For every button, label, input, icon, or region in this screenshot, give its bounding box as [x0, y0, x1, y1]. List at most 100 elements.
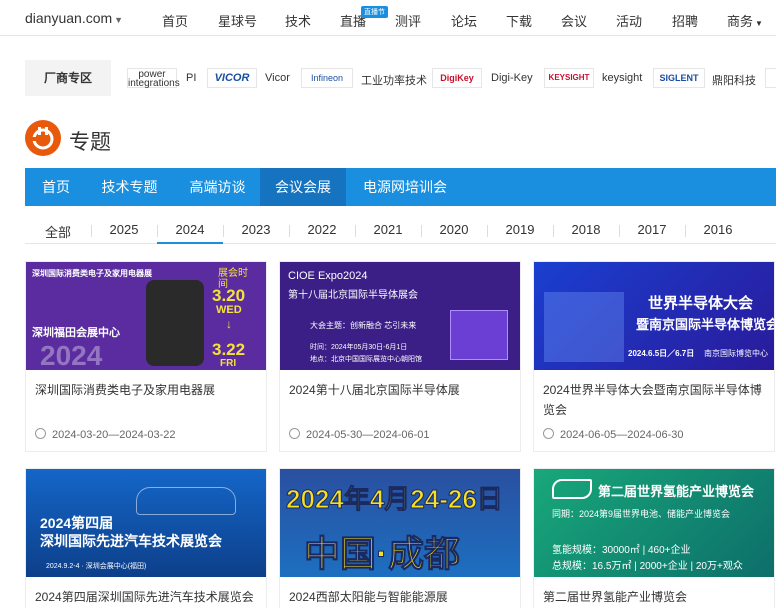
banner-text: 暨南京国际半导体博览会 — [636, 317, 774, 332]
vendor-name-infineon[interactable]: 工业功率技术 — [361, 72, 427, 88]
nav-home[interactable]: 首页 — [162, 11, 188, 30]
event-title[interactable]: 2024第十八届北京国际半导体展 — [289, 380, 515, 400]
event-date: 2024-06-05—2024-06-30 — [543, 428, 684, 441]
vendor-logo-vicor[interactable]: VICOR — [207, 68, 257, 88]
nav-tech[interactable]: 技术 — [285, 11, 311, 30]
nav-download[interactable]: 下载 — [506, 11, 532, 30]
year-2025[interactable]: 2025 — [91, 222, 157, 237]
year-2019[interactable]: 2019 — [487, 222, 553, 237]
tab-training[interactable]: 电源网培训会 — [350, 168, 460, 206]
vendor-logo-pi[interactable]: power integrations — [127, 68, 180, 89]
page-title: 专题 — [69, 131, 111, 154]
tab-conferences[interactable]: 会议会展 — [260, 168, 346, 206]
event-banner[interactable]: CIOE Expo2024 第十八届北京国际半导体展会 大会主题：创新融合 芯引… — [280, 262, 520, 370]
event-card[interactable]: 第二届世界氢能产业博览会 同期：2024第9届世界电池、储能产业博览会 氢能规模… — [533, 468, 775, 608]
chip-image — [450, 310, 508, 360]
event-card[interactable]: 深圳国际消费类电子及家用电器展 深圳福田会展中心 2024 展会时间 3.20 … — [25, 261, 267, 452]
event-title[interactable]: 2024第四届深圳国际先进汽车技术展览会 — [35, 587, 261, 607]
topic-tab-bar: 首页 技术专题 高端访谈 会议会展 电源网培训会 — [25, 168, 776, 206]
clock-icon — [289, 428, 300, 439]
banner-text: 2024.6.5日／6.7日 — [628, 349, 695, 358]
banner-text: 2024第四届 — [40, 515, 114, 531]
site-logo[interactable]: dianyuan.com ▼ — [25, 10, 123, 26]
event-banner[interactable]: 2024第四届 深圳国际先进汽车技术展览会 2024.9.2-4 · 深圳会展中… — [26, 469, 266, 577]
event-card[interactable]: 世界半导体大会 暨南京国际半导体博览会 2024.6.5日／6.7日 南京国际博… — [533, 261, 775, 452]
banner-text: FRI — [220, 358, 237, 369]
banner-text: 中国·成都 — [304, 533, 461, 575]
event-banner[interactable]: 深圳国际消费类电子及家用电器展 深圳福田会展中心 2024 展会时间 3.20 … — [26, 262, 266, 370]
nav-business[interactable]: 商务 ▼ — [727, 11, 763, 30]
chevron-down-icon[interactable]: ▼ — [114, 15, 123, 25]
year-2021[interactable]: 2021 — [355, 222, 421, 237]
vendor-name-siglent[interactable]: 鼎阳科技 — [712, 72, 756, 88]
nav-planet[interactable]: 星球号 — [218, 11, 257, 30]
tab-interviews[interactable]: 高端访谈 — [175, 168, 260, 206]
year-2017[interactable]: 2017 — [619, 222, 685, 237]
car-charger-image — [146, 280, 204, 366]
banner-text: 第二届世界氢能产业博览会 — [598, 484, 755, 499]
vendor-logo-keysight[interactable]: KEYSIGHT — [544, 68, 594, 88]
banner-text: 世界半导体大会 — [648, 295, 754, 312]
banner-text: CIOE Expo2024 — [288, 270, 368, 282]
event-date: 2024-03-20—2024-03-22 — [35, 428, 176, 441]
event-title[interactable]: 2024世界半导体大会暨南京国际半导体博览会 — [543, 380, 769, 420]
vendor-logo-infineon[interactable]: Infineon — [301, 68, 353, 88]
event-card[interactable]: 2024年4月24-26日 中国·成都 2024西部太阳能与智能能源展 — [279, 468, 521, 608]
banner-text: 总规模：16.5万㎡ | 2000+企业 | 20万+观众 — [552, 561, 743, 572]
nav-review[interactable]: 测评 — [395, 11, 421, 30]
nav-conference[interactable]: 会议 — [561, 11, 587, 30]
banner-text: 氢能规模：30000㎡ | 460+企业 — [552, 545, 691, 556]
banner-text: 3.20 — [212, 286, 246, 305]
event-title[interactable]: 2024西部太阳能与智能能源展 — [289, 587, 515, 607]
plug-icon — [25, 120, 61, 156]
top-navbar: dianyuan.com ▼ 首页 星球号 技术 直播 直播节 测评 论坛 下载 … — [0, 0, 776, 36]
year-2016[interactable]: 2016 — [685, 222, 751, 237]
vendor-logo-siglent[interactable]: SIGLENT — [653, 68, 705, 88]
vendor-name-vicor[interactable]: Vicor — [265, 72, 290, 84]
year-2022[interactable]: 2022 — [289, 222, 355, 237]
banner-text: 时间：2024年05月30日-6月1日 — [310, 344, 408, 351]
vendor-name-digikey[interactable]: Digi-Key — [491, 72, 533, 84]
car-image — [136, 487, 236, 515]
banner-text: 同期：2024第9届世界电池、储能产业博览会 — [552, 509, 731, 519]
banner-text: 2024 — [40, 340, 103, 370]
tab-home[interactable]: 首页 — [25, 168, 87, 206]
live-badge: 直播节 — [361, 6, 388, 18]
banner-text: 2024.9.2-4 · 深圳会展中心(福田) — [46, 563, 147, 570]
chip-image — [544, 292, 624, 362]
vendor-name-keysight[interactable]: keysight — [602, 72, 642, 84]
vendor-logo-digikey[interactable]: DigiKey — [432, 68, 482, 88]
banner-text: 第十八届北京国际半导体展会 — [288, 290, 418, 301]
vendor-name-pi[interactable]: PI — [186, 72, 196, 84]
event-banner[interactable]: 世界半导体大会 暨南京国际半导体博览会 2024.6.5日／6.7日 南京国际博… — [534, 262, 774, 370]
clock-icon — [543, 428, 554, 439]
nav-forum[interactable]: 论坛 — [451, 11, 477, 30]
nav-jobs[interactable]: 招聘 — [672, 11, 698, 30]
banner-text: 地点：北京中国国际展览中心朝阳馆 — [310, 356, 422, 363]
year-2023[interactable]: 2023 — [223, 222, 289, 237]
year-all[interactable]: 全部 — [25, 222, 91, 241]
event-card[interactable]: CIOE Expo2024 第十八届北京国际半导体展会 大会主题：创新融合 芯引… — [279, 261, 521, 452]
banner-text: 大会主题：创新融合 芯引未来 — [310, 321, 417, 330]
clock-icon — [35, 428, 46, 439]
down-arrow-icon: ↓ — [226, 317, 232, 331]
event-card[interactable]: 2024第四届 深圳国际先进汽车技术展览会 2024.9.2-4 · 深圳会展中… — [25, 468, 267, 608]
year-filter: 全部 2025 2024 2023 2022 2021 2020 2019 20… — [25, 218, 776, 244]
banner-text: 2024年4月24-26日 — [286, 484, 504, 515]
event-title[interactable]: 深圳国际消费类电子及家用电器展 — [35, 380, 261, 400]
year-2018[interactable]: 2018 — [553, 222, 619, 237]
banner-text: 深圳国际先进汽车技术展览会 — [40, 533, 222, 549]
nav-activity[interactable]: 活动 — [616, 11, 642, 30]
banner-text: 南京国际博览中心 — [704, 349, 768, 358]
tab-tech-topics[interactable]: 技术专题 — [87, 168, 172, 206]
year-2020[interactable]: 2020 — [421, 222, 487, 237]
event-banner[interactable]: 第二届世界氢能产业博览会 同期：2024第9届世界电池、储能产业博览会 氢能规模… — [534, 469, 774, 577]
banner-text: 3.22 — [212, 340, 246, 359]
year-2024[interactable]: 2024 — [157, 222, 223, 244]
vendor-logo-more[interactable] — [765, 68, 776, 88]
event-title[interactable]: 第二届世界氢能产业博览会 — [543, 587, 769, 607]
vendor-zone: 厂商专区 power integrations PI VICOR Vicor I… — [25, 60, 776, 96]
banner-text: 深圳福田会展中心 — [32, 327, 120, 339]
event-banner[interactable]: 2024年4月24-26日 中国·成都 — [280, 469, 520, 577]
chevron-down-icon: ▼ — [755, 19, 763, 28]
